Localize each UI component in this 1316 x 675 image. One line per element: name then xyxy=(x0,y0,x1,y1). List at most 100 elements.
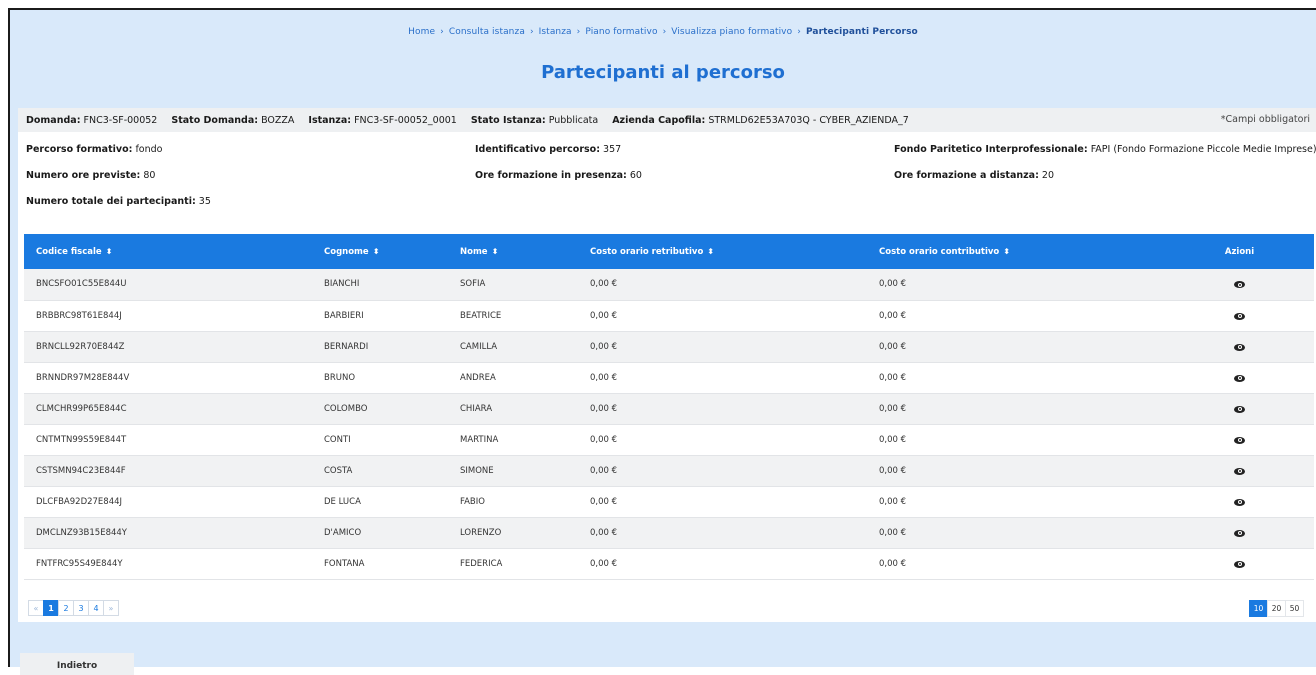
breadcrumb-istanza[interactable]: Istanza xyxy=(539,27,572,37)
cell-costo-retributivo: 0,00 € xyxy=(590,434,618,445)
pagination-prev[interactable]: « xyxy=(28,600,44,616)
cell-costo-retributivo: 0,00 € xyxy=(590,372,618,383)
cell-costo-contributivo: 0,00 € xyxy=(879,372,907,383)
cell-costo-retributivo: 0,00 € xyxy=(590,465,618,476)
eye-icon[interactable] xyxy=(1234,529,1245,537)
details-panel: Percorso formativo: fondo Identificativo… xyxy=(18,132,1316,228)
detail-percorso: Percorso formativo: fondo xyxy=(26,144,162,155)
sort-icon[interactable]: ⬍ xyxy=(707,247,714,256)
breadcrumb-visualizza-piano[interactable]: Visualizza piano formativo xyxy=(671,27,792,37)
cell-costo-retributivo: 0,00 € xyxy=(590,403,618,414)
column-header-costo-retributivo[interactable]: Costo orario retributivo ⬍ xyxy=(578,234,867,269)
chevron-right-icon: › xyxy=(529,27,534,37)
breadcrumb-piano-formativo[interactable]: Piano formativo xyxy=(585,27,657,37)
back-button[interactable]: Indietro xyxy=(20,653,134,675)
column-header-nome[interactable]: Nome ⬍ xyxy=(448,234,578,269)
eye-icon[interactable] xyxy=(1234,343,1245,351)
cell-costo-retributivo: 0,00 € xyxy=(590,527,618,538)
cell-costo-retributivo: 0,00 € xyxy=(590,496,618,507)
summary-azienda-value: STRMLD62E53A703Q - CYBER_AZIENDA_7 xyxy=(708,114,909,126)
table-row: BRBBRC98T61E844J BARBIERI BEATRICE 0,00 € 0,… xyxy=(24,300,1314,331)
cell-azioni xyxy=(1165,455,1314,486)
participants-table-wrap: Codice fiscale ⬍ Cognome ⬍ Nome ⬍ Costo ora… xyxy=(24,234,1314,580)
detail-partecipanti: Numero totale dei partecipanti: 35 xyxy=(26,196,211,207)
page-size-10[interactable]: 10 xyxy=(1249,600,1268,617)
pagination-page-2[interactable]: 2 xyxy=(58,600,74,616)
eye-icon[interactable] xyxy=(1234,467,1245,475)
summary-istanza-label: Istanza: xyxy=(308,114,352,126)
table-row: BRNCLL92R70E844Z BERNARDI CAMILLA 0,00 € 0,0… xyxy=(24,331,1314,362)
detail-fondo: Fondo Paritetico Interprofessionale: FAP… xyxy=(894,144,1316,155)
summary-stato-domanda-value: BOZZA xyxy=(261,114,295,126)
cell-costo-retributivo: 0,00 € xyxy=(590,558,618,569)
cell-codice-fiscale: DMCLNZ93B15E844Y xyxy=(36,527,127,538)
table-row: CNTMTN99S59E844T CONTI MARTINA 0,00 € 0,00 € xyxy=(24,424,1314,455)
column-header-cognome[interactable]: Cognome ⬍ xyxy=(312,234,448,269)
cell-azioni xyxy=(1165,331,1314,362)
cell-costo-contributivo: 0,00 € xyxy=(879,465,907,476)
cell-costo-contributivo: 0,00 € xyxy=(879,558,907,569)
required-note: *Campi obbligatori xyxy=(1220,114,1310,125)
sort-icon[interactable]: ⬍ xyxy=(373,247,380,256)
sort-icon[interactable]: ⬍ xyxy=(1003,247,1010,256)
cell-nome: SIMONE xyxy=(460,465,494,476)
cell-codice-fiscale: BRBBRC98T61E844J xyxy=(36,310,122,321)
summary-stato-istanza-label: Stato Istanza: xyxy=(470,114,546,126)
cell-costo-contributivo: 0,00 € xyxy=(879,496,907,507)
cell-cognome: CONTI xyxy=(324,434,351,445)
cell-nome: SOFIA xyxy=(460,279,486,290)
cell-codice-fiscale: BNCSFO01C55E844U xyxy=(36,279,127,290)
cell-nome: CAMILLA xyxy=(460,341,498,352)
table-row: DMCLNZ93B15E844Y D'AMICO LORENZO 0,00 € 0,00… xyxy=(24,517,1314,548)
cell-nome: CHIARA xyxy=(460,403,493,414)
pagination-next[interactable]: » xyxy=(103,600,119,616)
cell-codice-fiscale: FNTFRC95S49E844Y xyxy=(36,558,123,569)
pagination-page-1[interactable]: 1 xyxy=(43,600,59,616)
cell-costo-retributivo: 0,00 € xyxy=(590,310,618,321)
cell-azioni xyxy=(1165,424,1314,455)
cell-codice-fiscale: BRNCLL92R70E844Z xyxy=(36,341,125,352)
content-card: Domanda: FNC3-SF-00052 Stato Domanda: BO… xyxy=(18,108,1316,622)
cell-codice-fiscale: CLMCHR99P65E844C xyxy=(36,403,127,414)
detail-ore-distanza: Ore formazione a distanza: 20 xyxy=(894,170,1054,181)
summary-azienda: Azienda Capofila: STRMLD62E53A703Q - CYB… xyxy=(612,115,909,126)
column-header-codice-fiscale[interactable]: Codice fiscale ⬍ xyxy=(24,234,312,269)
cell-azioni xyxy=(1165,486,1314,517)
summary-domanda-value: FNC3-SF-00052 xyxy=(83,114,158,126)
summary-istanza: Istanza: FNC3-SF-00052_0001 xyxy=(308,115,456,126)
column-header-label: Nome xyxy=(460,246,488,257)
eye-icon[interactable] xyxy=(1234,405,1245,413)
eye-icon[interactable] xyxy=(1234,281,1245,289)
detail-ore-previste-value: 80 xyxy=(143,170,156,181)
page-size-50[interactable]: 50 xyxy=(1285,600,1304,617)
column-header-azioni: Azioni xyxy=(1224,246,1255,257)
eye-icon[interactable] xyxy=(1234,312,1245,320)
cell-azioni xyxy=(1165,300,1314,331)
cell-nome: ANDREA xyxy=(460,372,496,383)
table-row: BRNNDR97M28E844V BRUNO ANDREA 0,00 € 0,00 € xyxy=(24,362,1314,393)
cell-codice-fiscale: CNTMTN99S59E844T xyxy=(36,434,127,445)
cell-azioni xyxy=(1165,269,1314,300)
eye-icon[interactable] xyxy=(1234,374,1245,382)
column-header-costo-contributivo[interactable]: Costo orario contributivo ⬍ xyxy=(867,234,1165,269)
cell-cognome: D'AMICO xyxy=(324,527,362,538)
pagination-page-4[interactable]: 4 xyxy=(88,600,104,616)
cell-cognome: COLOMBO xyxy=(324,403,368,414)
breadcrumb-home[interactable]: Home xyxy=(408,27,435,37)
detail-fondo-label: Fondo Paritetico Interprofessionale: xyxy=(894,144,1088,155)
table-row: CLMCHR99P65E844C COLOMBO CHIARA 0,00 € 0,00 … xyxy=(24,393,1314,424)
breadcrumb-consulta-istanza[interactable]: Consulta istanza xyxy=(449,27,525,37)
detail-partecipanti-label: Numero totale dei partecipanti: xyxy=(26,196,196,207)
summary-stato-istanza-value: Pubblicata xyxy=(548,114,599,126)
eye-icon[interactable] xyxy=(1234,436,1245,444)
cell-costo-retributivo: 0,00 € xyxy=(590,279,618,290)
cell-costo-contributivo: 0,00 € xyxy=(879,434,907,445)
summary-istanza-value: FNC3-SF-00052_0001 xyxy=(354,114,457,126)
sort-icon[interactable]: ⬍ xyxy=(492,247,499,256)
eye-icon[interactable] xyxy=(1234,498,1245,506)
sort-icon[interactable]: ⬍ xyxy=(106,247,113,256)
page-size-20[interactable]: 20 xyxy=(1267,600,1286,617)
eye-icon[interactable] xyxy=(1234,560,1245,568)
table-row: CSTSMN94C23E844F COSTA SIMONE 0,00 € 0,00 € xyxy=(24,455,1314,486)
pagination-page-3[interactable]: 3 xyxy=(73,600,89,616)
